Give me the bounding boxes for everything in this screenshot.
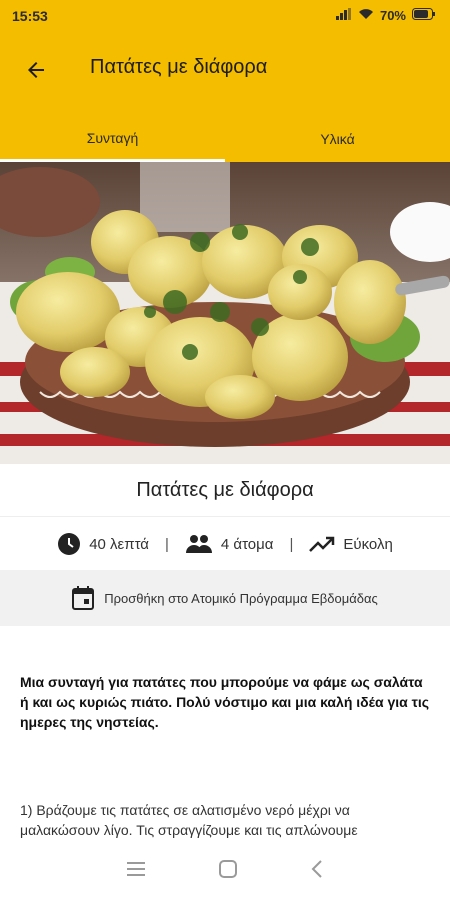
- clock-icon: [58, 533, 81, 555]
- trending-up-icon: [309, 536, 335, 552]
- wifi-icon: [358, 8, 374, 23]
- app-bar: Πατάτες με διάφορα Συνταγή Υλικά: [0, 32, 450, 162]
- battery-icon: [412, 8, 436, 23]
- servings: 4 άτομα: [185, 534, 274, 554]
- system-nav-bar: [0, 842, 450, 900]
- status-icons: 70%: [335, 8, 436, 23]
- meta-separator: |: [289, 535, 294, 553]
- status-bar: 15:53 70%: [0, 0, 450, 32]
- back-button[interactable]: [20, 54, 52, 86]
- calendar-icon: [72, 586, 95, 610]
- difficulty-value: Εύκολη: [343, 535, 393, 553]
- tab-bar: Συνταγή Υλικά: [0, 116, 450, 162]
- back-nav-icon[interactable]: [311, 859, 323, 883]
- app-title: Πατάτες με διάφορα: [90, 56, 268, 78]
- servings-value: 4 άτομα: [220, 535, 274, 553]
- signal-icon: [335, 8, 352, 23]
- difficulty: Εύκολη: [309, 535, 393, 553]
- recipe-image: [0, 162, 450, 464]
- status-time: 15:53: [12, 8, 48, 24]
- recipe-title: Πατάτες με διάφορα: [136, 478, 314, 501]
- prep-time-value: 40 λεπτά: [89, 535, 149, 553]
- recipe-description: Μια συνταγή για πατάτες που μπορούμε να …: [20, 674, 430, 730]
- add-to-weekly-program-label: Προσθήκη στο Ατομικό Πρόγραμμα Εβδομάδας: [104, 590, 378, 606]
- prep-time: 40 λεπτά: [57, 532, 149, 556]
- tab-ingredients[interactable]: Υλικά: [225, 116, 450, 162]
- home-icon[interactable]: [219, 859, 237, 883]
- battery-percent: 70%: [379, 8, 406, 23]
- menu-icon[interactable]: [127, 861, 145, 881]
- recipe-step: 1) Βράζουμε τις πατάτες σε αλατισμένο νε…: [20, 802, 358, 838]
- people-icon: [185, 535, 212, 553]
- add-to-weekly-program-button[interactable]: Προσθήκη στο Ατομικό Πρόγραμμα Εβδομάδας: [0, 570, 450, 626]
- arrow-back-icon: [28, 62, 44, 78]
- meta-separator: |: [164, 535, 169, 553]
- tab-recipe[interactable]: Συνταγή: [0, 116, 225, 162]
- recipe-meta: 40 λεπτά | 4 άτομα | Εύκολη: [0, 516, 450, 571]
